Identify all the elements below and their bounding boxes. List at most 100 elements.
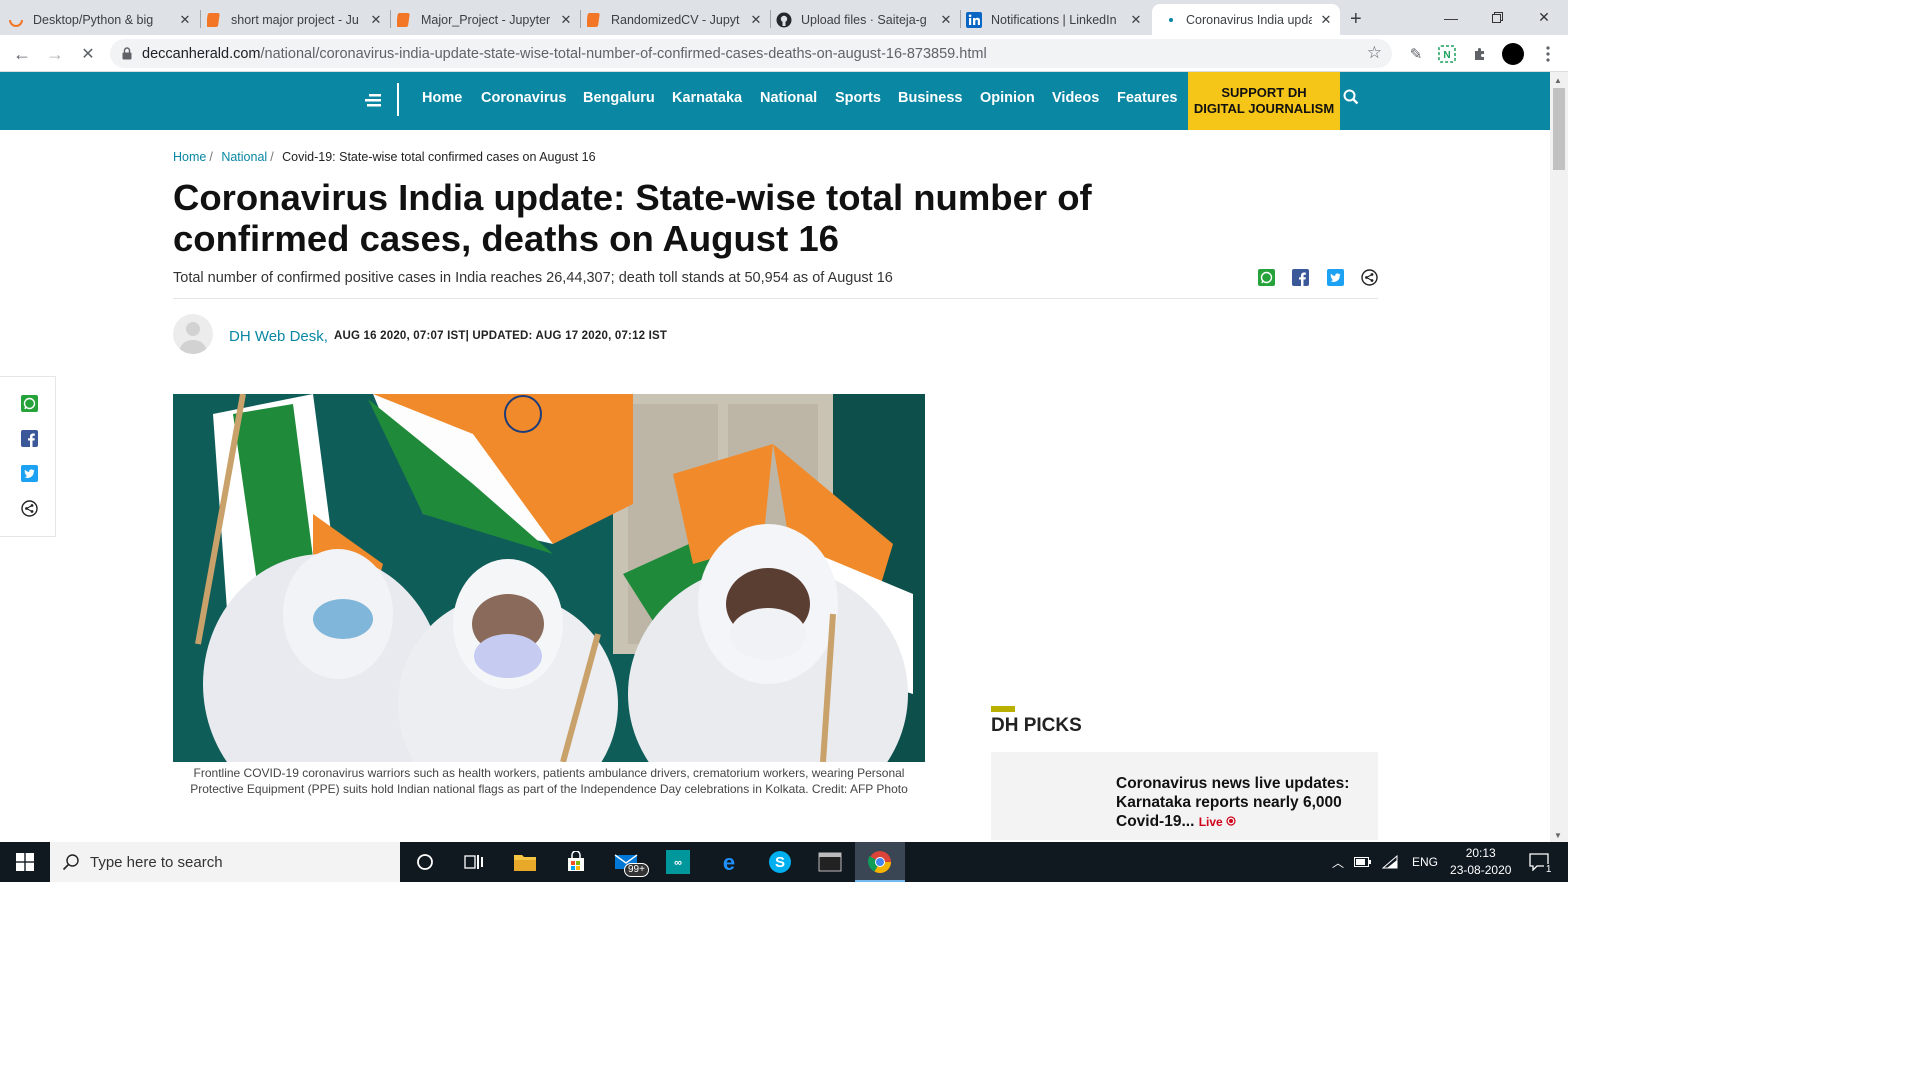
terminal-icon[interactable] xyxy=(815,847,845,877)
file-explorer-icon[interactable] xyxy=(510,847,540,877)
minimize-button[interactable]: — xyxy=(1428,0,1474,35)
nav-national[interactable]: National xyxy=(760,90,817,106)
pick-card[interactable]: Coronavirus news live updates: Karnataka… xyxy=(991,752,1378,840)
menu-kebab-icon[interactable] xyxy=(1535,41,1561,67)
notification-count: 1 xyxy=(1543,864,1554,875)
browser-tab-2[interactable]: short major project - Ju ✕ xyxy=(206,4,384,35)
close-icon[interactable]: ✕ xyxy=(558,12,574,28)
close-icon[interactable]: ✕ xyxy=(368,12,384,28)
skype-icon[interactable]: S xyxy=(765,847,795,877)
battery-icon[interactable] xyxy=(1354,856,1372,868)
scrollbar-thumb[interactable] xyxy=(1553,88,1565,170)
nav-features[interactable]: Features xyxy=(1117,90,1177,106)
hamburger-menu-icon[interactable] xyxy=(361,88,385,112)
extension-n-icon[interactable]: N xyxy=(1434,41,1460,67)
address-bar[interactable]: deccanherald.com/national/coronavirus-in… xyxy=(110,39,1392,68)
nav-home[interactable]: Home xyxy=(422,90,462,106)
scroll-up-icon[interactable]: ▲ xyxy=(1554,76,1562,85)
nav-opinion[interactable]: Opinion xyxy=(980,90,1035,106)
breadcrumb: Home / National / Covid-19: State-wise tot… xyxy=(173,150,596,164)
breadcrumb-home[interactable]: Home xyxy=(173,150,206,164)
arrow-right-icon: → xyxy=(46,43,64,64)
pick-headline[interactable]: Coronavirus news live updates: Karnataka… xyxy=(1116,774,1366,832)
stop-button[interactable]: ✕ xyxy=(75,41,101,67)
search-icon[interactable] xyxy=(1343,89,1361,107)
browser-tab-6[interactable]: Notifications | LinkedIn ✕ xyxy=(966,4,1144,35)
nav-coronavirus[interactable]: Coronavirus xyxy=(481,90,566,106)
close-icon: ✕ xyxy=(81,46,95,63)
close-icon[interactable]: ✕ xyxy=(1318,12,1334,28)
image-caption: Frontline COVID-19 coronavirus warriors … xyxy=(190,766,908,796)
windows-start-icon[interactable] xyxy=(10,847,40,877)
close-icon[interactable]: ✕ xyxy=(748,12,764,28)
close-window-button[interactable]: ✕ xyxy=(1521,0,1567,35)
browser-tab-3[interactable]: Major_Project - Jupyter ✕ xyxy=(396,4,574,35)
star-icon[interactable]: ☆ xyxy=(1367,43,1382,63)
language-indicator[interactable]: ENG xyxy=(1412,855,1438,869)
picks-heading: DH PICKS xyxy=(991,715,1082,736)
tab-separator xyxy=(580,10,581,28)
cortana-circle-icon[interactable] xyxy=(410,847,440,877)
edge-icon[interactable]: e xyxy=(714,847,744,877)
browser-tab-4[interactable]: RandomizedCV - Jupyt ✕ xyxy=(586,4,764,35)
support-dh-button[interactable]: SUPPORT DH DIGITAL JOURNALISM xyxy=(1188,72,1340,130)
eyedropper-extension-icon[interactable]: ✎ xyxy=(1403,41,1429,67)
nav-business[interactable]: Business xyxy=(898,90,962,106)
new-tab-button[interactable]: + xyxy=(1350,4,1374,35)
tab-separator xyxy=(960,10,961,28)
support-line-2: DIGITAL JOURNALISM xyxy=(1193,101,1335,116)
chrome-icon xyxy=(868,851,891,873)
nav-bengaluru[interactable]: Bengaluru xyxy=(583,90,655,106)
share-icon[interactable] xyxy=(1360,268,1378,286)
article-summary: Total number of confirmed positive cases… xyxy=(173,270,893,286)
facebook-icon[interactable] xyxy=(1291,268,1309,286)
live-badge: Live xyxy=(1199,815,1236,829)
breadcrumb-separator: / xyxy=(209,150,213,164)
store-icon[interactable] xyxy=(561,847,591,877)
restore-button[interactable] xyxy=(1474,0,1520,35)
scroll-down-icon[interactable]: ▼ xyxy=(1554,831,1562,840)
chrome-taskbar-item[interactable] xyxy=(855,842,905,882)
forward-button[interactable]: → xyxy=(42,41,68,67)
facebook-icon[interactable] xyxy=(20,429,38,447)
taskbar-search-box[interactable]: Type here to search xyxy=(50,842,400,882)
nav-videos[interactable]: Videos xyxy=(1052,90,1099,106)
page-scrollbar[interactable]: ▲ ▼ xyxy=(1550,72,1568,842)
back-button[interactable]: ← xyxy=(9,41,35,67)
breadcrumb-national[interactable]: National xyxy=(221,150,267,164)
browser-tab-1[interactable]: Desktop/Python & big ✕ xyxy=(8,4,193,35)
share-icon[interactable] xyxy=(20,499,38,517)
mail-icon[interactable]: 99+ xyxy=(612,847,649,877)
whatsapp-icon[interactable] xyxy=(1257,268,1275,286)
picks-accent-bar xyxy=(991,706,1015,712)
notification-center-icon[interactable]: 1 xyxy=(1529,853,1554,875)
arrow-left-icon: ← xyxy=(13,43,31,64)
browser-tab-5[interactable]: Upload files · Saiteja-g ✕ xyxy=(776,4,954,35)
puzzle-extensions-icon[interactable] xyxy=(1467,41,1493,67)
twitter-icon[interactable] xyxy=(1326,268,1344,286)
author-name[interactable]: DH Web Desk, xyxy=(229,328,328,345)
browser-tab-strip: Desktop/Python & big ✕ short major proje… xyxy=(0,0,1568,35)
tab-separator xyxy=(390,10,391,28)
whatsapp-icon[interactable] xyxy=(20,394,38,412)
close-icon[interactable]: ✕ xyxy=(938,12,954,28)
wifi-icon[interactable] xyxy=(1382,855,1400,869)
tab-label: RandomizedCV - Jupyt xyxy=(611,12,740,27)
chevron-up-icon[interactable]: ︿ xyxy=(1332,854,1344,871)
close-icon[interactable]: ✕ xyxy=(1128,12,1144,28)
profile-avatar-icon[interactable] xyxy=(1500,41,1526,67)
close-icon[interactable]: ✕ xyxy=(177,12,193,28)
nav-sports[interactable]: Sports xyxy=(835,90,881,106)
taskbar-search-placeholder: Type here to search xyxy=(90,853,223,871)
tab-label: Desktop/Python & big xyxy=(33,12,154,27)
url-text: deccanherald.com/national/coronavirus-in… xyxy=(142,46,987,62)
task-view-icon[interactable] xyxy=(459,847,489,877)
browser-tab-active[interactable]: Coronavirus India upda ✕ xyxy=(1152,4,1340,35)
browser-toolbar: ← → ✕ deccanherald.com/national/coronavi… xyxy=(0,35,1568,72)
github-icon xyxy=(776,12,792,28)
clock[interactable]: 20:13 23-08-2020 xyxy=(1450,845,1511,879)
twitter-icon[interactable] xyxy=(20,464,38,482)
arduino-icon[interactable]: ∞ xyxy=(663,847,693,877)
nav-karnataka[interactable]: Karnataka xyxy=(672,90,742,106)
jupyter-icon xyxy=(396,12,412,28)
